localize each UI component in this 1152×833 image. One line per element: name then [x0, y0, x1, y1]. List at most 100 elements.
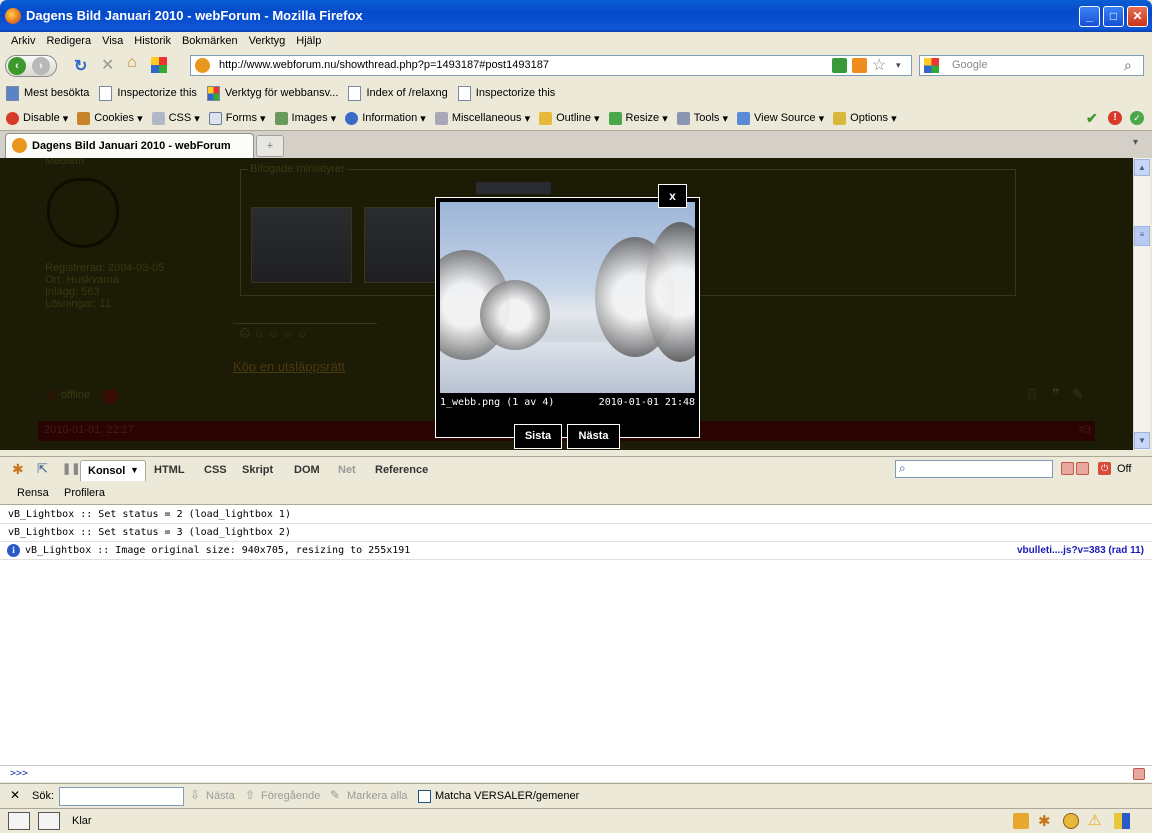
dev-tools[interactable]: Tools ▾: [676, 111, 728, 125]
quote-icon[interactable]: ⌸: [1028, 386, 1036, 403]
tab-skript[interactable]: Skript: [242, 464, 273, 476]
attachment-thumbnail[interactable]: [364, 207, 436, 283]
dev-miscellaneous[interactable]: Miscellaneous ▾: [434, 111, 530, 125]
profile-button[interactable]: Profilera: [64, 487, 105, 499]
disable-icon: [6, 111, 19, 125]
dev-options[interactable]: Options ▾: [833, 111, 897, 125]
dev-forms[interactable]: Forms ▾: [208, 111, 266, 125]
clear-button[interactable]: Rensa: [17, 487, 49, 499]
search-engine-icon[interactable]: [924, 58, 939, 73]
bookmark-relaxng[interactable]: Index of /relaxng: [348, 85, 448, 101]
find-previous-button[interactable]: Föregående: [261, 790, 320, 802]
console-command-line[interactable]: >>>: [0, 765, 1152, 782]
bookmark-inspectorize-2[interactable]: Inspectorize this: [457, 85, 555, 101]
post-number[interactable]: #3: [1079, 424, 1091, 436]
scroll-up-button[interactable]: ▲: [1134, 159, 1150, 176]
expand-command-icon[interactable]: [1133, 768, 1145, 780]
inspect-icon[interactable]: ⇱: [37, 461, 48, 477]
match-case-checkbox[interactable]: [418, 790, 431, 803]
lightbox-datetime: 2010-01-01 21:48: [598, 397, 695, 408]
highlight-all-button[interactable]: Markera alla: [347, 790, 408, 802]
menu-bokmarken[interactable]: Bokmärken: [182, 35, 238, 47]
lightbox-last-button[interactable]: Sista: [514, 424, 562, 449]
dev-information[interactable]: Information ▾: [345, 111, 426, 125]
dev-css[interactable]: CSS ▾: [151, 111, 200, 125]
pause-icon[interactable]: ❚❚: [62, 462, 80, 475]
firebug-status-icon[interactable]: ✱: [1038, 812, 1051, 830]
maximize-button[interactable]: □: [1103, 6, 1124, 27]
lightbox-image[interactable]: [440, 202, 695, 393]
edit-icon[interactable]: ✎: [1072, 386, 1084, 403]
valid-check-icon[interactable]: ✔: [1086, 110, 1098, 127]
tab-html[interactable]: HTML: [154, 464, 185, 476]
tab-list-icon[interactable]: ▾: [1133, 137, 1138, 148]
menu-hjalp[interactable]: Hjälp: [296, 35, 321, 47]
firebug-icon[interactable]: ✱: [12, 461, 24, 478]
url-input[interactable]: http://www.webforum.nu/showthread.php?p=…: [190, 55, 912, 76]
dev-view-source[interactable]: View Source ▾: [737, 111, 824, 125]
dev-outline[interactable]: Outline ▾: [539, 111, 600, 125]
dev-resize[interactable]: Resize ▾: [608, 111, 668, 125]
tab-dom[interactable]: DOM: [294, 464, 320, 476]
close-window-button[interactable]: ✕: [1127, 6, 1148, 27]
feed-sync-icon[interactable]: [832, 58, 847, 73]
minimize-button[interactable]: _: [1079, 6, 1100, 27]
error-icon[interactable]: !: [1108, 111, 1122, 125]
dev-disable[interactable]: Disable ▾: [6, 111, 68, 125]
page-scrollbar[interactable]: ▲ ≡ ▼: [1133, 158, 1150, 450]
dev-label: Information: [362, 112, 418, 124]
multiquote-icon[interactable]: ❞: [1052, 386, 1060, 403]
forward-icon[interactable]: ›: [32, 57, 50, 75]
new-tab-button[interactable]: +: [256, 135, 284, 157]
attachment-thumbnail[interactable]: [251, 207, 352, 283]
ok-icon[interactable]: ✓: [1130, 111, 1144, 125]
url-dropdown-icon[interactable]: ▾: [896, 56, 901, 75]
menu-historik[interactable]: Historik: [134, 35, 171, 47]
menu-verktyg[interactable]: Verktyg: [249, 35, 286, 47]
scroll-down-button[interactable]: ▼: [1134, 432, 1150, 449]
menu-redigera[interactable]: Redigera: [46, 35, 91, 47]
tab-net[interactable]: Net: [338, 464, 356, 476]
google-icon[interactable]: [151, 57, 167, 73]
back-icon[interactable]: ‹: [8, 57, 26, 75]
scroll-thumb[interactable]: ≡: [1134, 226, 1150, 246]
reload-icon[interactable]: ↻: [74, 56, 87, 76]
resize-grip-icon[interactable]: [8, 812, 30, 830]
yslow-icon[interactable]: [1063, 813, 1079, 829]
power-off-icon[interactable]: ⏻: [1098, 462, 1111, 475]
off-label[interactable]: Off: [1117, 463, 1131, 475]
minimize-panel-icon[interactable]: [1061, 462, 1074, 475]
sponsor-link[interactable]: Köp en utsläppsrätt: [233, 359, 345, 374]
detach-panel-icon[interactable]: [1076, 462, 1089, 475]
security-icon[interactable]: [1114, 813, 1130, 829]
tab-active[interactable]: Dagens Bild Januari 2010 - webForum: [5, 133, 254, 159]
dev-cookies[interactable]: Cookies ▾: [77, 111, 143, 125]
search-input[interactable]: Google ⌕: [919, 55, 1144, 76]
tab-css[interactable]: CSS: [204, 464, 227, 476]
find-input[interactable]: [59, 787, 184, 806]
lightbox-close-button[interactable]: x: [658, 184, 687, 208]
warning-icon[interactable]: ⚠: [1088, 811, 1101, 829]
bookmark-inspectorize-1[interactable]: Inspectorize this: [99, 85, 197, 101]
tab-konsol[interactable]: Konsol ▼: [80, 460, 146, 481]
menu-arkiv[interactable]: Arkiv: [11, 35, 35, 47]
stop-icon[interactable]: ✕: [101, 55, 114, 75]
report-icon[interactable]: [103, 389, 118, 404]
menu-visa[interactable]: Visa: [102, 35, 123, 47]
ruler-icon[interactable]: [38, 812, 60, 830]
bookmark-most-visited[interactable]: Mest besökta: [6, 85, 89, 101]
dev-images[interactable]: Images ▾: [274, 111, 336, 125]
log-source-link[interactable]: vbulleti....js?v=383 (rad 11): [1017, 542, 1144, 559]
close-findbar-icon[interactable]: ✕: [10, 788, 20, 802]
lightbox-next-button[interactable]: Nästa: [567, 424, 620, 449]
lightbox: 1_webb.png (1 av 4) 2010-01-01 21:48: [435, 197, 700, 438]
firebug-search-input[interactable]: ⌕: [895, 460, 1053, 478]
home-icon[interactable]: ⌂: [127, 54, 137, 72]
bookmark-verktyg[interactable]: Verktyg för webbansv...: [206, 85, 338, 101]
notes-icon[interactable]: [1013, 813, 1029, 829]
bookmark-star-icon[interactable]: ☆: [872, 56, 886, 75]
search-icon[interactable]: ⌕: [1124, 56, 1132, 75]
tab-reference[interactable]: Reference: [375, 464, 428, 476]
find-next-button[interactable]: Nästa: [206, 790, 235, 802]
rss-icon[interactable]: [852, 58, 867, 73]
